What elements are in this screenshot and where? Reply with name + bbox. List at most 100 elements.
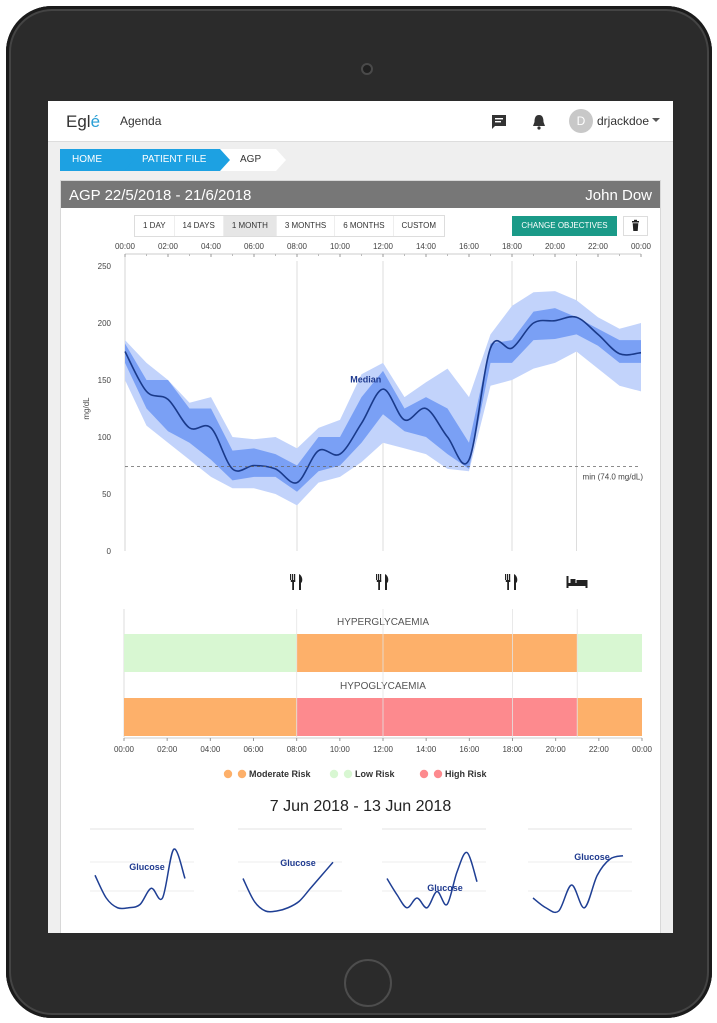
logo-accent: é	[90, 112, 101, 131]
x-tick-label: 22:00	[588, 242, 609, 251]
risk-x-tick-label: 00:00	[632, 745, 653, 754]
legend-dot	[419, 769, 429, 779]
mini-glucose-line	[94, 848, 186, 910]
bed-head	[566, 576, 569, 588]
y-tick-label: 200	[98, 319, 112, 328]
fork-prong	[380, 574, 382, 580]
median-annotation: Median	[350, 374, 381, 384]
fork-neck	[376, 580, 382, 582]
home-button[interactable]	[344, 959, 392, 1007]
breadcrumb-patient-file[interactable]: PATIENT FILE	[124, 149, 230, 171]
legend-dot	[329, 769, 339, 779]
risk-x-tick-label: 04:00	[200, 745, 221, 754]
agp-panel: AGP 22/5/2018 - 21/6/2018 John Dow 1 DAY…	[60, 180, 661, 933]
risk-x-tick-label: 22:00	[589, 745, 610, 754]
breadcrumb-home[interactable]: HOME	[60, 149, 134, 171]
fork-prong	[376, 574, 378, 580]
legend-label: High Risk	[445, 769, 488, 779]
username-menu[interactable]: drjackdoe	[597, 114, 649, 128]
x-tick-label: 16:00	[459, 242, 480, 251]
y-axis-label: mg/dL	[82, 397, 91, 420]
risk-x-tick-label: 02:00	[157, 745, 178, 754]
x-tick-label: 18:00	[502, 242, 523, 251]
y-tick-label: 50	[102, 490, 111, 499]
mini-glucose-line	[242, 861, 334, 913]
meal-icon	[376, 574, 389, 590]
fork-prong	[378, 574, 380, 580]
bell-icon[interactable]	[530, 113, 548, 131]
fork-prong	[290, 574, 292, 580]
bed-blanket	[576, 580, 588, 583]
risk-x-tick-label: 06:00	[243, 745, 264, 754]
fork-handle	[292, 582, 294, 590]
y-tick-label: 100	[98, 433, 112, 442]
mini-series-label: Glucose	[574, 852, 610, 862]
agp-charts: 00:00 02:00 04:00 06:00 08:00 10:00 12:00 14:00…	[82, 242, 653, 914]
bed-icon	[566, 576, 588, 588]
mini-series-label: Glucose	[129, 862, 165, 872]
nav-agenda-link[interactable]: Agenda	[120, 114, 161, 128]
risk-segment-low	[124, 634, 297, 672]
legend-dot	[343, 769, 353, 779]
fork-prong	[507, 574, 509, 580]
risk-x-tick-label: 16:00	[459, 745, 480, 754]
legend-dot	[433, 769, 443, 779]
x-tick-label: 08:00	[287, 242, 308, 251]
fork-handle	[378, 582, 380, 590]
fork-handle	[507, 582, 509, 590]
x-tick-label: 04:00	[201, 242, 222, 251]
chat-icon[interactable]	[490, 113, 508, 131]
legend-label: Moderate Risk	[249, 769, 312, 779]
fork-prong	[505, 574, 507, 580]
mini-series-label: Glucose	[427, 883, 463, 893]
y-tick-label: 150	[98, 376, 112, 385]
risk-segment-low	[577, 634, 642, 672]
tablet-frame: Eglé Agenda D drjackdoe AGP PATIENT FILE…	[6, 6, 712, 1018]
risk-segment-moderate	[577, 698, 642, 736]
knife-blade	[299, 574, 303, 590]
y-tick-label: 0	[107, 547, 112, 556]
app-logo[interactable]: Eglé	[66, 112, 100, 132]
fork-prong	[509, 574, 511, 580]
bed-base	[568, 583, 588, 586]
mini-glucose-line	[386, 851, 478, 909]
meal-icon	[290, 574, 303, 590]
x-tick-label: 06:00	[244, 242, 265, 251]
x-tick-label: 10:00	[330, 242, 351, 251]
risk-x-tick-label: 18:00	[502, 745, 523, 754]
risk-segment-moderate	[124, 698, 297, 736]
risk-x-tick-label: 08:00	[287, 745, 308, 754]
risk-x-tick-label: 10:00	[330, 745, 351, 754]
week-title: 7 Jun 2018 - 13 Jun 2018	[269, 798, 452, 815]
knife-blade	[514, 574, 518, 590]
risk-x-tick-label: 14:00	[416, 745, 437, 754]
camera-icon	[361, 63, 373, 75]
legend-label: Low Risk	[355, 769, 396, 779]
risk-x-tick-label: 20:00	[546, 745, 567, 754]
risk-x-tick-label: 00:00	[114, 745, 135, 754]
legend-item	[329, 769, 353, 779]
x-tick-label: 02:00	[158, 242, 179, 251]
legend-dot	[223, 769, 233, 779]
x-tick-label: 12:00	[373, 242, 394, 251]
avatar[interactable]: D	[569, 109, 593, 133]
top-navbar: Eglé Agenda D drjackdoe	[48, 101, 673, 142]
mini-glucose-line	[532, 855, 624, 914]
fork-prong	[294, 574, 296, 580]
legend-item	[223, 769, 247, 779]
fork-neck	[505, 580, 511, 582]
knife-blade	[385, 574, 389, 590]
bed-pillow	[570, 579, 576, 583]
risk-segment-high	[296, 698, 578, 736]
x-tick-label: 20:00	[545, 242, 566, 251]
risk-x-tick-label: 12:00	[373, 745, 394, 754]
chevron-down-icon[interactable]	[652, 118, 660, 122]
threshold-label: min (74.0 mg/dL)	[583, 473, 644, 482]
x-tick-label: 00:00	[631, 242, 652, 251]
logo-main: Egl	[66, 112, 91, 131]
x-tick-label: 14:00	[416, 242, 437, 251]
fork-prong	[292, 574, 294, 580]
x-tick-label: 00:00	[115, 242, 136, 251]
bed-foot	[585, 583, 588, 588]
legend-dot	[237, 769, 247, 779]
